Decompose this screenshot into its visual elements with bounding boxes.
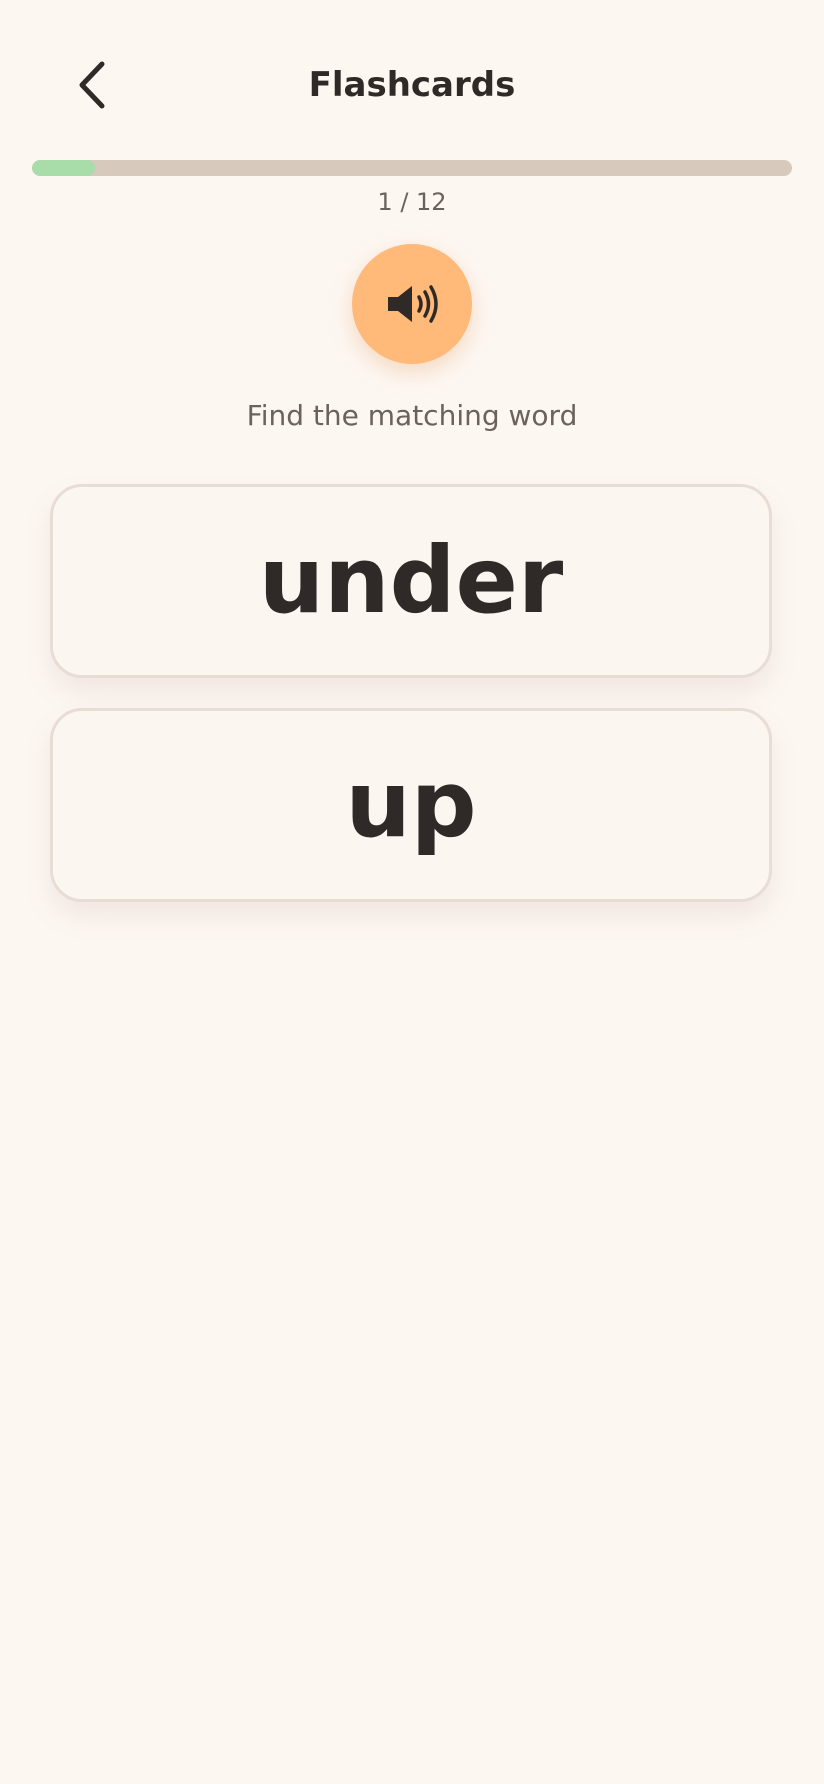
play-audio-button[interactable] [352,244,472,364]
header: Flashcards [0,0,824,170]
speaker-icon [388,285,438,323]
word-choice-card[interactable]: up [50,708,772,902]
choice-word: under [258,527,564,634]
instruction-text: Find the matching word [246,399,578,432]
page-title: Flashcards [308,65,516,105]
progress-bar [32,160,792,176]
progress-bar-fill [32,160,96,176]
choice-word: up [345,751,477,858]
progress-counter: 1 / 12 [377,188,447,216]
word-choice-card[interactable]: under [50,484,772,678]
